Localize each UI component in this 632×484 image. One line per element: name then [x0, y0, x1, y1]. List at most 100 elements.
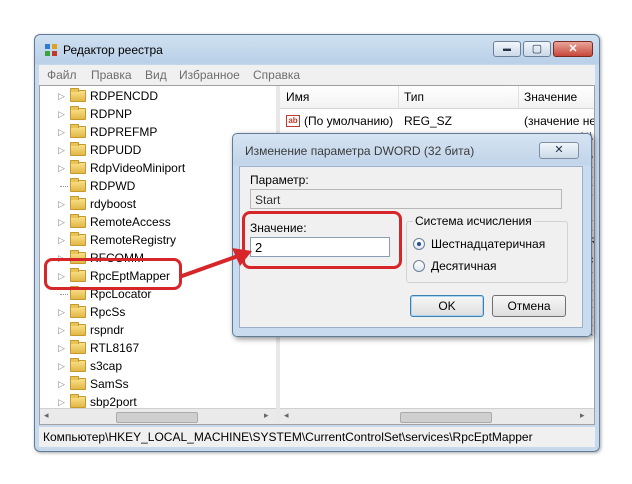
tree-horizontal-scrollbar[interactable]: ◂ ▸: [40, 408, 276, 424]
close-icon: ✕: [554, 144, 564, 156]
expand-arrow-icon[interactable]: ▷: [58, 325, 65, 336]
param-name-field: Start: [250, 189, 562, 209]
menu-view[interactable]: Вид: [145, 68, 167, 82]
string-value-icon: ab: [286, 115, 300, 127]
tree-item-label: RemoteAccess: [90, 215, 171, 229]
registry-editor-icon: [45, 44, 57, 56]
radix-hex-label: Шестнадцатеричная: [431, 237, 546, 251]
radix-dec-option[interactable]: Десятичная: [413, 258, 563, 274]
expand-arrow-icon[interactable]: ▷: [58, 307, 65, 318]
dialog-title: Изменение параметра DWORD (32 бита): [245, 144, 475, 158]
tree-connector: [60, 294, 68, 295]
expand-arrow-icon[interactable]: ▷: [58, 127, 65, 138]
folder-icon: [70, 376, 86, 390]
folder-icon: [70, 394, 86, 408]
close-button[interactable]: ✕: [553, 41, 593, 57]
scroll-left-icon[interactable]: ◂: [284, 410, 289, 421]
tree-item-label: rdyboost: [90, 197, 137, 211]
status-path: Компьютер\HKEY_LOCAL_MACHINE\SYSTEM\Curr…: [43, 430, 533, 444]
radix-hex-option[interactable]: Шестнадцатеричная: [413, 236, 563, 252]
tree-item-label: RemoteRegistry: [90, 233, 177, 247]
radio-dec[interactable]: [413, 260, 425, 272]
tree-item-label: sbp2port: [90, 395, 137, 409]
folder-icon: [70, 304, 86, 318]
menu-bar: Файл Правка Вид Избранное Справка: [39, 65, 595, 85]
tree-item[interactable]: ▷ SamSs: [40, 376, 276, 394]
tree-item-highlight: [44, 258, 182, 290]
column-name[interactable]: Имя: [286, 90, 309, 104]
dialog-close-button[interactable]: ✕: [539, 142, 579, 159]
scroll-left-icon[interactable]: ◂: [44, 410, 49, 421]
ok-button[interactable]: OK: [410, 295, 484, 317]
expand-arrow-icon[interactable]: ▷: [58, 91, 65, 102]
column-separator[interactable]: [518, 86, 519, 108]
minimize-icon: ▬: [503, 44, 511, 53]
tree-connector: [60, 186, 68, 187]
tree-item-label: SamSs: [90, 377, 129, 391]
list-scroll-thumb[interactable]: [400, 412, 492, 423]
status-bar: Компьютер\HKEY_LOCAL_MACHINE\SYSTEM\Curr…: [39, 427, 595, 447]
scroll-right-icon[interactable]: ▸: [580, 410, 585, 421]
list-item[interactable]: ab (По умолчанию) REG_SZ (значение не: [280, 112, 594, 130]
minimize-button[interactable]: ▬: [493, 41, 521, 57]
expand-arrow-icon[interactable]: ▷: [58, 145, 65, 156]
tree-item-label: RDPUDD: [90, 143, 142, 157]
tree-item[interactable]: ▷ s3cap: [40, 358, 276, 376]
expand-arrow-icon[interactable]: ▷: [58, 163, 65, 174]
folder-icon: [70, 106, 86, 120]
folder-icon: [70, 232, 86, 246]
expand-arrow-icon[interactable]: ▷: [58, 397, 65, 408]
menu-file[interactable]: Файл: [47, 68, 77, 82]
column-type[interactable]: Тип: [404, 90, 424, 104]
tree-scroll-thumb[interactable]: [116, 412, 198, 423]
tree-item-label: RpcSs: [90, 305, 126, 319]
tree-item-label: RdpVideoMiniport: [90, 161, 186, 175]
folder-icon: [70, 124, 86, 138]
folder-icon: [70, 178, 86, 192]
list-horizontal-scrollbar[interactable]: ◂ ▸: [280, 408, 594, 424]
list-header: Имя Тип Значение: [280, 86, 594, 109]
folder-icon: [70, 88, 86, 102]
column-value[interactable]: Значение: [524, 90, 577, 104]
expand-arrow-icon[interactable]: ▷: [58, 199, 65, 210]
expand-arrow-icon[interactable]: ▷: [58, 235, 65, 246]
scroll-right-icon[interactable]: ▸: [264, 410, 269, 421]
tree-item-label: RDPENCDD: [90, 89, 159, 103]
expand-arrow-icon[interactable]: ▷: [58, 379, 65, 390]
menu-favorites[interactable]: Избранное: [179, 68, 240, 82]
menu-help[interactable]: Справка: [253, 68, 300, 82]
folder-icon: [70, 322, 86, 336]
expand-arrow-icon[interactable]: ▷: [58, 343, 65, 354]
tree-item-label: RDPWD: [90, 179, 136, 193]
column-separator[interactable]: [398, 86, 399, 108]
title-bar[interactable]: Редактор реестра ▬ ▢ ✕: [35, 35, 599, 65]
folder-icon: [70, 214, 86, 228]
menu-edit[interactable]: Правка: [91, 68, 132, 82]
value-type: REG_SZ: [404, 114, 453, 128]
expand-arrow-icon[interactable]: ▷: [58, 361, 65, 372]
tree-item[interactable]: ▷ RTL8167: [40, 340, 276, 358]
tree-item[interactable]: ▷ RDPENCDD: [40, 88, 276, 106]
expand-arrow-icon[interactable]: ▷: [58, 109, 65, 120]
tree-item-label: s3cap: [90, 359, 123, 373]
value-input-highlight: [242, 211, 402, 269]
param-name-value: Start: [255, 193, 281, 207]
expand-arrow-icon[interactable]: ▷: [58, 217, 65, 228]
close-icon: ✕: [568, 43, 578, 55]
tree-item-label: RDPNP: [90, 107, 133, 121]
window-title: Редактор реестра: [63, 43, 163, 57]
maximize-icon: ▢: [531, 43, 543, 55]
radio-hex[interactable]: [413, 238, 425, 250]
radix-label: Система исчисления: [413, 214, 534, 228]
value-data: (значение не: [524, 114, 594, 128]
folder-icon: [70, 358, 86, 372]
maximize-button[interactable]: ▢: [523, 41, 551, 57]
radix-dec-label: Десятичная: [431, 259, 497, 273]
cancel-button[interactable]: Отмена: [492, 295, 566, 317]
folder-icon: [70, 142, 86, 156]
tree-item[interactable]: ▷ RDPNP: [40, 106, 276, 124]
folder-icon: [70, 196, 86, 210]
param-label: Параметр:: [250, 173, 309, 187]
radix-group: Система исчисления Шестнадцатеричная Дес…: [406, 214, 568, 283]
tree-item-label: RDPREFMP: [90, 125, 158, 139]
